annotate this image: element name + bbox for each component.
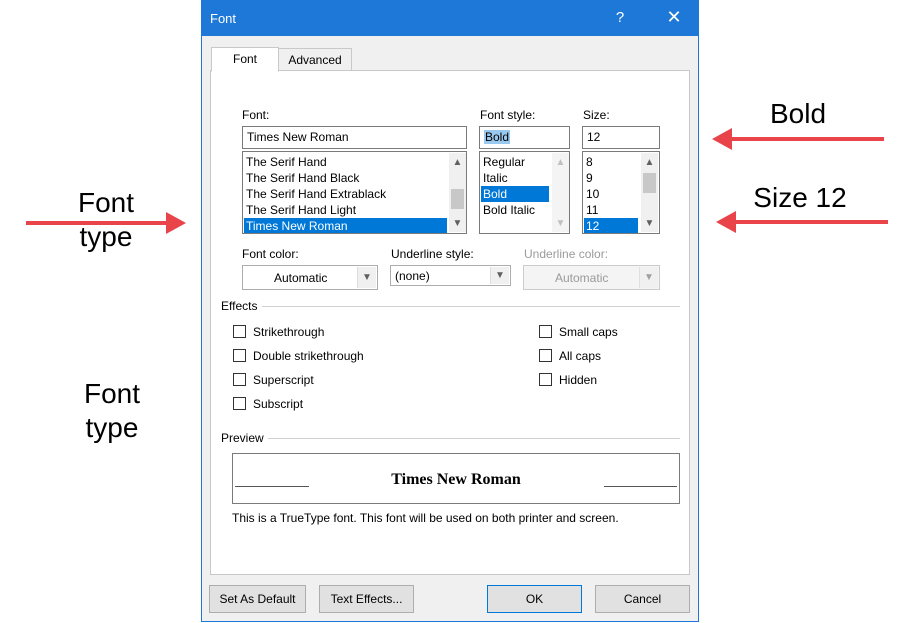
font-style-value: Bold — [484, 130, 511, 144]
chevron-down-icon[interactable]: ▼ — [490, 267, 509, 284]
preview-baseline-right — [604, 486, 677, 487]
subscript-label[interactable]: Subscript — [253, 397, 303, 411]
font-list-scrollbar[interactable]: ▲ ▼ — [449, 153, 466, 232]
help-icon[interactable]: ? — [612, 9, 628, 26]
set-as-default-button[interactable]: Set As Default — [209, 585, 306, 613]
list-item[interactable]: The Serif Hand — [244, 154, 449, 170]
list-item[interactable]: Regular — [481, 154, 551, 170]
double-strikethrough-checkbox[interactable] — [233, 349, 246, 362]
list-item[interactable]: 10 — [584, 186, 640, 202]
arrow-size-head — [716, 211, 736, 233]
font-label: Font: — [242, 108, 270, 122]
scroll-up-icon[interactable]: ▲ — [641, 155, 658, 171]
font-color-label: Font color: — [242, 247, 299, 261]
preview-label: Preview — [221, 431, 264, 445]
arrow-size-shaft — [734, 220, 888, 224]
preview-note: This is a TrueType font. This font will … — [232, 511, 619, 525]
close-icon[interactable]: ✕ — [662, 7, 686, 27]
font-style-input[interactable]: Bold — [479, 126, 570, 149]
font-dialog: Font ? ✕ Font Advanced — [201, 0, 699, 622]
scroll-down-icon[interactable]: ▼ — [641, 216, 658, 232]
list-item[interactable]: 11 — [584, 202, 640, 218]
list-item[interactable]: Italic — [481, 170, 551, 186]
superscript-label[interactable]: Superscript — [253, 373, 314, 387]
tab-advanced[interactable]: Advanced — [278, 48, 352, 72]
underline-color-dropdown: Automatic ▼ — [523, 265, 660, 290]
all-caps-label[interactable]: All caps — [559, 349, 601, 363]
list-item[interactable]: 9 — [584, 170, 640, 186]
font-style-label: Font style: — [480, 108, 536, 122]
underline-color-label: Underline color: — [524, 247, 609, 261]
underline-style-label: Underline style: — [391, 247, 474, 261]
annotation-font-type-2: Font type — [66, 377, 158, 445]
small-caps-checkbox[interactable] — [539, 325, 552, 338]
preview-box: Times New Roman — [232, 453, 680, 504]
arrow-font-type-shaft — [26, 221, 168, 225]
size-list-scrollbar[interactable]: ▲ ▼ — [641, 153, 658, 232]
scroll-up-icon[interactable]: ▲ — [552, 155, 569, 171]
size-input[interactable]: 12 — [582, 126, 660, 149]
scroll-up-icon[interactable]: ▲ — [449, 155, 466, 171]
ok-button[interactable]: OK — [487, 585, 582, 613]
underline-style-value: (none) — [395, 269, 430, 283]
list-item[interactable]: The Serif Hand Extrablack — [244, 186, 449, 202]
annotation-font-type-2-line1: Font — [83, 378, 141, 409]
dialog-title: Font — [210, 11, 237, 26]
annotation-font-type-left: Font type — [60, 186, 152, 254]
annotation-bold: Bold — [769, 98, 827, 129]
size-label: Size: — [583, 108, 610, 122]
effects-divider — [262, 306, 680, 307]
double-strikethrough-label[interactable]: Double strikethrough — [253, 349, 364, 363]
tab-font[interactable]: Font — [211, 47, 279, 72]
scroll-down-icon[interactable]: ▼ — [449, 216, 466, 232]
annotation-size-12: Size 12 — [753, 182, 847, 213]
font-color-value: Automatic — [274, 271, 328, 285]
text-effects-button[interactable]: Text Effects... — [319, 585, 414, 613]
annotation-font-type-2-line2: type — [85, 412, 139, 443]
title-bar: Font ? ✕ — [202, 1, 698, 36]
underline-style-dropdown[interactable]: (none) ▼ — [390, 265, 511, 286]
style-list-scrollbar[interactable]: ▲ ▼ — [552, 153, 569, 232]
list-item[interactable]: Bold Italic — [481, 202, 551, 218]
tab-font-label: Font — [232, 52, 257, 66]
arrow-font-type-head — [166, 212, 186, 234]
font-name-input[interactable]: Times New Roman — [242, 126, 467, 149]
size-list[interactable]: 8 9 10 11 12 ▲ ▼ — [582, 151, 660, 234]
font-name-list[interactable]: The Serif Hand The Serif Hand Black The … — [242, 151, 467, 234]
list-item-selected[interactable]: 12 — [584, 218, 638, 233]
annotation-font-type-line2: type — [79, 221, 133, 252]
hidden-label[interactable]: Hidden — [559, 373, 597, 387]
font-style-list[interactable]: Regular Italic Bold Bold Italic ▲ ▼ — [479, 151, 570, 234]
scroll-down-icon[interactable]: ▼ — [552, 216, 569, 232]
arrow-bold-head — [712, 128, 732, 150]
all-caps-checkbox[interactable] — [539, 349, 552, 362]
hidden-checkbox[interactable] — [539, 373, 552, 386]
cancel-button[interactable]: Cancel — [595, 585, 690, 613]
small-caps-label[interactable]: Small caps — [559, 325, 618, 339]
arrow-bold-shaft — [730, 137, 884, 141]
chevron-down-icon[interactable]: ▼ — [357, 267, 376, 288]
list-item[interactable]: The Serif Hand Black — [244, 170, 449, 186]
superscript-checkbox[interactable] — [233, 373, 246, 386]
list-item-selected[interactable]: Bold — [481, 186, 549, 202]
list-item[interactable]: The Serif Hand Light — [244, 202, 449, 218]
list-item-selected[interactable]: Times New Roman — [244, 218, 447, 233]
strikethrough-checkbox[interactable] — [233, 325, 246, 338]
subscript-checkbox[interactable] — [233, 397, 246, 410]
effects-label: Effects — [221, 299, 258, 313]
scroll-thumb[interactable] — [451, 189, 464, 209]
list-item[interactable]: 8 — [584, 154, 640, 170]
chevron-down-icon: ▼ — [639, 267, 658, 288]
font-color-dropdown[interactable]: Automatic ▼ — [242, 265, 378, 290]
underline-color-value: Automatic — [555, 271, 609, 285]
annotation-font-type-line1: Font — [77, 187, 135, 218]
tab-advanced-label: Advanced — [288, 53, 342, 67]
preview-divider — [268, 438, 680, 439]
strikethrough-label[interactable]: Strikethrough — [253, 325, 324, 339]
scroll-thumb[interactable] — [643, 173, 656, 193]
